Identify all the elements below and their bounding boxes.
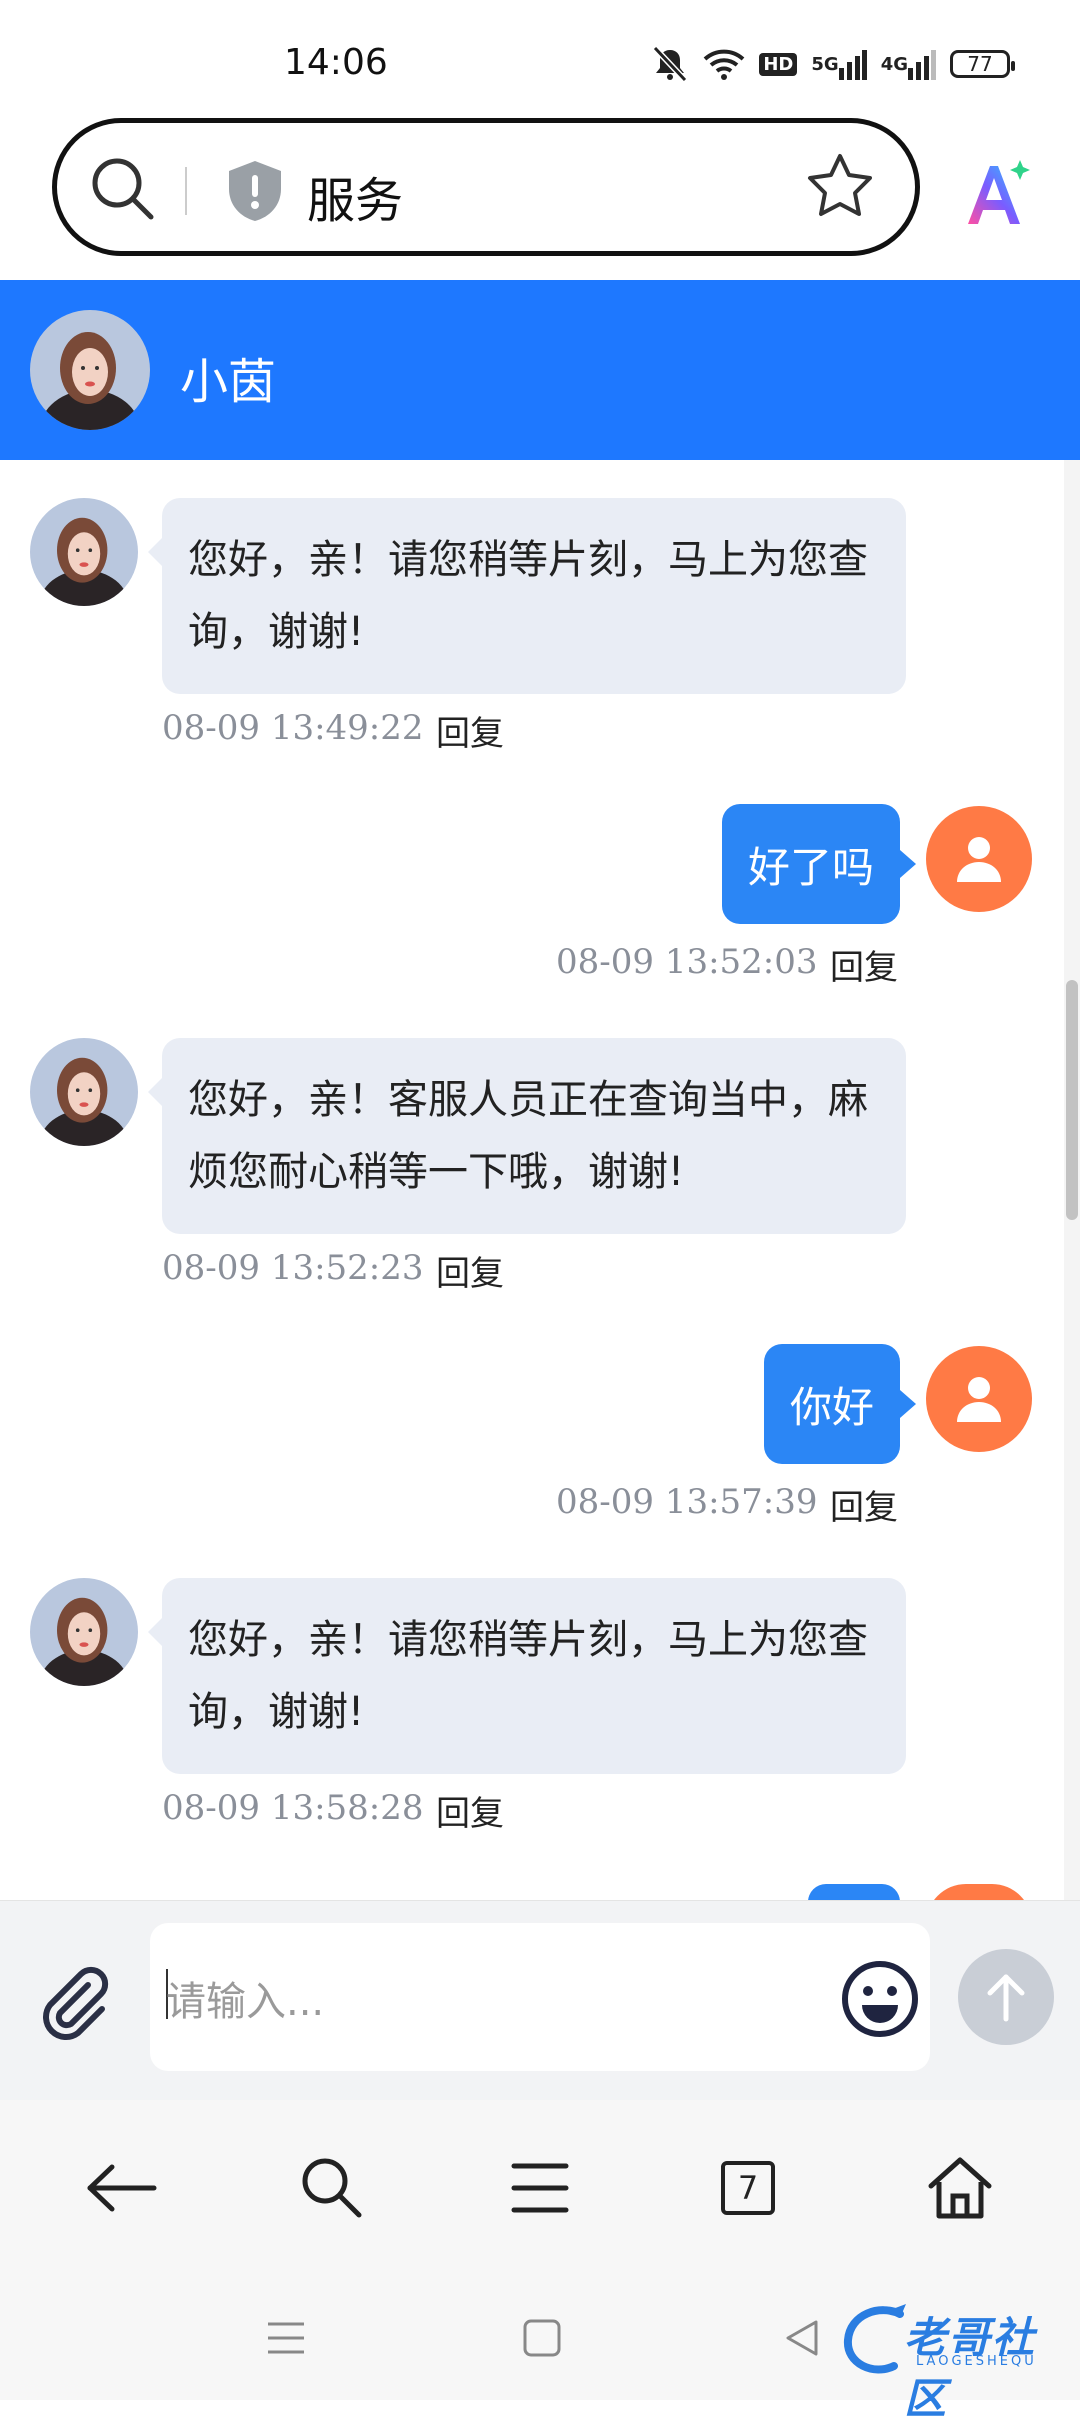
address-text[interactable]: 服务 <box>307 161 403 231</box>
message-time: 08-09 13:57:39 <box>556 1482 818 1522</box>
reply-link[interactable]: 回复 <box>830 940 898 989</box>
send-icon <box>987 1974 1025 2022</box>
reply-link[interactable]: 回复 <box>436 706 504 755</box>
shield-icon[interactable] <box>225 159 285 227</box>
status-icons: HD 5G 4G 77 <box>651 44 1015 84</box>
back-icon <box>87 2164 157 2212</box>
search-button[interactable] <box>292 2148 372 2228</box>
chat-scrollbar[interactable] <box>1064 460 1080 1900</box>
message-input[interactable]: 请输入... <box>150 1923 930 2071</box>
wifi-icon <box>703 44 745 84</box>
watermark-subtext: LAOGESHEQU <box>916 2354 1037 2369</box>
back-system-button[interactable] <box>772 2308 832 2368</box>
message-bubble-incoming: 您好，亲！请您稍等片刻，马上为您查询，谢谢! <box>148 1578 906 1774</box>
agent-avatar <box>30 498 138 606</box>
menu-button[interactable] <box>500 2148 580 2228</box>
signal-5g-icon: 5G <box>811 44 867 84</box>
message-input-bar: 请输入... <box>0 1900 1080 2101</box>
status-bar: 14:06 HD 5G 4G 77 <box>0 0 1080 120</box>
reply-link[interactable]: 回复 <box>830 1480 898 1529</box>
star-icon[interactable] <box>805 151 875 225</box>
agent-avatar <box>30 310 150 430</box>
message-bubble-incoming: 您好，亲！客服人员正在查询当中，麻烦您耐心稍等一下哦，谢谢! <box>148 1038 906 1234</box>
home-button[interactable] <box>920 2148 1000 2228</box>
back-button[interactable] <box>82 2148 162 2228</box>
user-avatar-partial <box>926 1884 1032 1900</box>
tabs-button[interactable]: 7 <box>708 2148 788 2228</box>
reply-link[interactable]: 回复 <box>436 1246 504 1295</box>
status-time: 14:06 <box>284 42 388 83</box>
recents-button[interactable] <box>256 2308 316 2368</box>
system-nav-bar: 老哥社区 LAOGESHEQU <box>0 2270 1080 2423</box>
mute-icon <box>651 44 689 84</box>
address-bar[interactable]: 服务 <box>52 118 920 256</box>
user-icon <box>957 1377 1001 1422</box>
back-triangle-icon <box>786 2320 818 2356</box>
chat-header: 小茵 <box>0 280 1080 460</box>
browser-bottom-nav: 7 <box>0 2100 1080 2270</box>
message-bubble-outgoing: 好了吗 <box>721 804 917 924</box>
agent-avatar <box>30 1038 138 1146</box>
agent-name: 小茵 <box>180 354 277 410</box>
home-system-button[interactable] <box>512 2308 572 2368</box>
message-bubble-outgoing-partial <box>808 1884 900 1900</box>
message-bubble-outgoing: 你好 <box>763 1344 917 1464</box>
message-time: 08-09 13:49:22 <box>162 708 424 748</box>
search-divider <box>185 167 187 215</box>
attach-icon[interactable] <box>34 1963 114 2047</box>
message-time: 08-09 13:58:28 <box>162 1788 424 1828</box>
chat-area[interactable]: 您好，亲！请您稍等片刻，马上为您查询，谢谢! 08-09 13:49:22 回复… <box>0 460 1080 1900</box>
user-avatar <box>926 806 1032 912</box>
emoji-icon[interactable] <box>840 1959 920 2043</box>
user-avatar <box>926 1346 1032 1452</box>
message-bubble-incoming: 您好，亲！请您稍等片刻，马上为您查询，谢谢! <box>148 498 906 694</box>
input-placeholder: 请输入... <box>166 1979 325 2025</box>
search-icon[interactable] <box>87 153 157 227</box>
ai-icon[interactable] <box>958 156 1034 236</box>
reply-link[interactable]: 回复 <box>436 1786 504 1835</box>
user-icon <box>957 837 1001 882</box>
signal-4g-icon: 4G <box>881 44 936 84</box>
tab-count: 7 <box>721 2161 775 2215</box>
home-icon <box>928 2157 992 2219</box>
recents-icon <box>268 2322 304 2354</box>
home-square-icon <box>523 2319 561 2357</box>
message-time: 08-09 13:52:23 <box>162 1248 424 1288</box>
battery-icon: 77 <box>950 44 1015 84</box>
hd-icon: HD <box>759 44 798 84</box>
agent-avatar <box>30 1578 138 1686</box>
scroll-thumb[interactable] <box>1066 980 1078 1220</box>
send-button[interactable] <box>958 1949 1054 2045</box>
menu-icon <box>511 2163 569 2213</box>
search-icon <box>302 2158 362 2218</box>
message-time: 08-09 13:52:03 <box>556 942 818 982</box>
watermark-logo: 老哥社区 LAOGESHEQU <box>840 2300 1070 2423</box>
